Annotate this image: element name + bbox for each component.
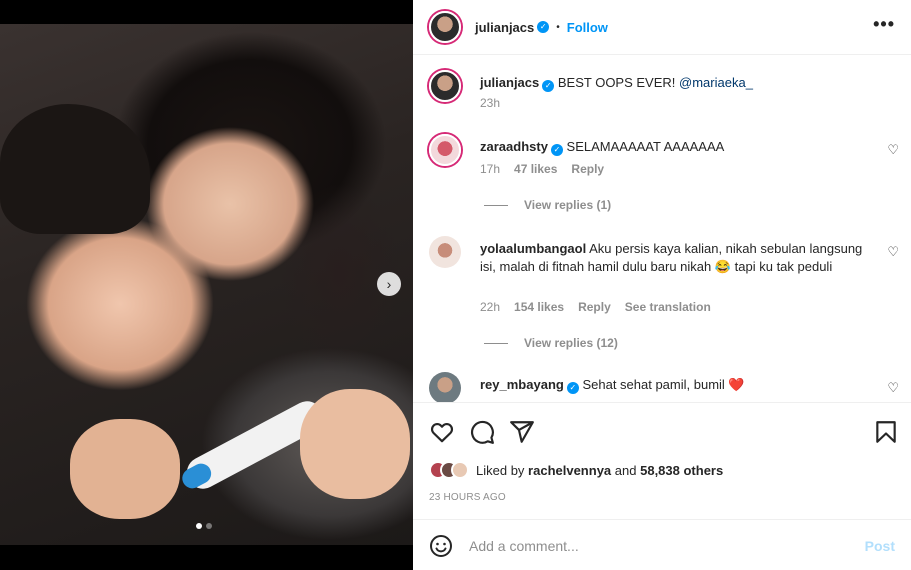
view-replies-button[interactable]: View replies (12) xyxy=(484,336,618,350)
photo-detail xyxy=(0,104,150,234)
post-timestamp[interactable]: 23 HOURS AGO xyxy=(429,492,506,503)
comment-meta: 22h 154 likes Reply See translation xyxy=(480,300,711,314)
heart-icon[interactable]: ♡ xyxy=(887,380,899,396)
add-comment-bar: Post xyxy=(413,521,911,570)
separator: • xyxy=(556,21,560,33)
comment-icon[interactable] xyxy=(469,419,495,445)
carousel-next-button[interactable]: › xyxy=(377,272,401,296)
commenter-avatar[interactable] xyxy=(429,134,461,166)
see-translation-button[interactable]: See translation xyxy=(625,300,711,314)
heart-icon[interactable]: ♡ xyxy=(887,244,899,260)
photo-detail xyxy=(70,419,180,519)
action-bar: Liked by rachelvennya and 58,838 others … xyxy=(413,402,911,520)
likes-text: Liked by rachelvennya and 58,838 others xyxy=(476,463,723,478)
author-username[interactable]: julianjacs xyxy=(475,20,534,35)
reply-button[interactable]: Reply xyxy=(571,162,604,176)
verified-icon: ✓ xyxy=(550,144,563,156)
comment-username[interactable]: yolaalumbangaol xyxy=(480,241,586,256)
chevron-right-icon: › xyxy=(386,276,392,292)
comment-text: SELAMAAAAAT AAAAAAA xyxy=(566,139,725,154)
caption-time[interactable]: 23h xyxy=(480,96,500,110)
emoji-icon[interactable] xyxy=(429,534,453,558)
more-icon[interactable]: ••• xyxy=(873,14,895,35)
verified-icon: ✓ xyxy=(537,21,550,33)
carousel-dots xyxy=(196,523,212,529)
post-panel: julianjacs ✓ • Follow ••• julianjacs ✓ BE… xyxy=(413,0,911,570)
comment-input[interactable] xyxy=(469,537,865,554)
likes-summary: Liked by rachelvennya and 58,838 others xyxy=(429,461,723,479)
likes-count[interactable]: 58,838 others xyxy=(640,463,723,478)
comment: yolaalumbangaol Aku persis kaya kalian, … xyxy=(429,236,899,356)
comment-text: Sehat sehat pamil, bumil ❤️ xyxy=(582,377,745,392)
view-replies-label: View replies (12) xyxy=(524,336,618,350)
bookmark-icon[interactable] xyxy=(873,419,899,445)
comment: zaraadhsty ✓ SELAMAAAAAT AAAAAAA ♡ 17h 47… xyxy=(429,134,899,214)
comment-username[interactable]: zaraadhsty xyxy=(480,139,548,154)
author-avatar[interactable] xyxy=(429,70,461,102)
author-avatar[interactable] xyxy=(429,11,461,43)
likes-joiner: and xyxy=(614,462,637,478)
comment-body: yolaalumbangaol Aku persis kaya kalian, … xyxy=(480,240,880,276)
commenter-avatar[interactable] xyxy=(429,236,461,268)
heart-icon[interactable]: ♡ xyxy=(887,142,899,158)
heart-icon[interactable] xyxy=(429,419,455,445)
follow-button[interactable]: Follow xyxy=(567,20,608,35)
comment-time[interactable]: 17h xyxy=(480,162,500,176)
comment-body: zaraadhsty ✓ SELAMAAAAAT AAAAAAA xyxy=(480,138,880,156)
post-photo xyxy=(0,24,413,545)
liker-username[interactable]: rachelvennya xyxy=(528,463,611,478)
comments-list[interactable]: julianjacs ✓ BEST OOPS EVER! @mariaeka_ 2… xyxy=(413,56,911,402)
comment-meta: 17h 47 likes Reply xyxy=(480,162,604,176)
commenter-avatar[interactable] xyxy=(429,372,461,402)
caption-text: BEST OOPS EVER! xyxy=(557,75,676,90)
caption-body: julianjacs ✓ BEST OOPS EVER! @mariaeka_ xyxy=(480,74,880,92)
share-icon[interactable] xyxy=(509,419,535,445)
post-media: › xyxy=(0,0,413,570)
view-replies-button[interactable]: View replies (1) xyxy=(484,198,611,212)
likes-prefix: Liked by xyxy=(476,462,525,478)
verified-icon: ✓ xyxy=(542,80,555,92)
post-header: julianjacs ✓ • Follow ••• xyxy=(413,0,911,55)
comment-body: rey_mbayang ✓ Sehat sehat pamil, bumil ❤️ xyxy=(480,376,880,394)
carousel-dot[interactable] xyxy=(196,523,202,529)
reply-button[interactable]: Reply xyxy=(578,300,611,314)
photo-detail xyxy=(300,389,410,499)
post-button[interactable]: Post xyxy=(865,538,895,554)
verified-icon: ✓ xyxy=(566,382,579,394)
comment: rey_mbayang ✓ Sehat sehat pamil, bumil ❤️… xyxy=(429,372,899,402)
carousel-dot[interactable] xyxy=(206,523,212,529)
comment-time[interactable]: 22h xyxy=(480,300,500,314)
comment-likes[interactable]: 47 likes xyxy=(514,162,557,176)
caption-username[interactable]: julianjacs xyxy=(480,75,539,90)
caption-mention[interactable]: @mariaeka_ xyxy=(679,75,753,90)
liker-avatar xyxy=(451,461,469,479)
comment-likes[interactable]: 154 likes xyxy=(514,300,564,314)
caption: julianjacs ✓ BEST OOPS EVER! @mariaeka_ 2… xyxy=(429,70,899,120)
caption-meta: 23h xyxy=(480,96,500,110)
comment-username[interactable]: rey_mbayang xyxy=(480,377,564,392)
view-replies-label: View replies (1) xyxy=(524,198,612,212)
